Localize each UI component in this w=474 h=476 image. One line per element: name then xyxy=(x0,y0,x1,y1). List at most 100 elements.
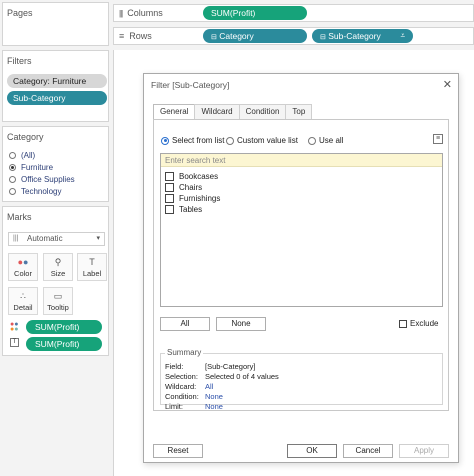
close-icon[interactable]: ✕ xyxy=(443,78,452,91)
option-label: Technology xyxy=(21,187,62,196)
color-label: Color xyxy=(14,269,32,278)
dialog-tabs: General Wildcard Condition Top xyxy=(153,104,313,120)
summary-limit-link[interactable]: None xyxy=(205,402,223,411)
cancel-button[interactable]: Cancel xyxy=(343,444,393,458)
summary-condition: Condition: None xyxy=(165,392,223,401)
rows-pill-sub-category[interactable]: ⊟ Sub-Category ⩡ xyxy=(312,29,413,43)
radio-selected-icon xyxy=(161,136,169,145)
tooltip-label: Tooltip xyxy=(47,303,69,312)
detail-icon: ∴ xyxy=(20,291,26,301)
apply-button[interactable]: Apply xyxy=(399,444,449,458)
values-list: Enter search text Bookcases Chairs Furni… xyxy=(160,153,443,307)
checkbox-icon xyxy=(165,193,174,203)
mode-label: Use all xyxy=(319,136,344,145)
columns-pill-profit[interactable]: SUM(Profit) xyxy=(203,6,307,20)
marks-card[interactable]: Marks ||| Automatic ▾ ●● Color ⚲ Size T … xyxy=(2,206,109,356)
search-input[interactable]: Enter search text xyxy=(161,154,442,167)
size-button[interactable]: ⚲ Size xyxy=(43,253,73,281)
checkbox-icon xyxy=(165,171,174,181)
category-title: Category xyxy=(7,132,44,142)
size-label: Size xyxy=(50,269,66,278)
radio-icon xyxy=(226,136,234,145)
list-item-furnishings[interactable]: Furnishings xyxy=(165,193,442,203)
filter-pill-sub-category[interactable]: Sub-Category xyxy=(7,91,107,105)
category-option-all[interactable]: (All) xyxy=(9,151,35,160)
radio-icon xyxy=(9,188,16,195)
summary-limit: Limit: None xyxy=(165,402,223,411)
label-button[interactable]: T Label xyxy=(77,253,107,281)
category-option-office-supplies[interactable]: Office Supplies xyxy=(9,175,75,184)
summary-wildcard: Wildcard: All xyxy=(165,382,214,391)
tooltip-button[interactable]: ▭ Tooltip xyxy=(43,287,73,315)
reset-button[interactable]: Reset xyxy=(153,444,203,458)
summary-condition-link[interactable]: None xyxy=(205,392,223,401)
radio-icon xyxy=(9,152,16,159)
summary-selection: Selection: Selected 0 of 4 values xyxy=(165,372,279,381)
rows-pill-sub-category-label: Sub-Category xyxy=(328,31,381,41)
columns-icon: ||| xyxy=(119,8,123,18)
ok-button[interactable]: OK xyxy=(287,444,337,458)
exclude-label: Exclude xyxy=(410,319,439,328)
color-dots-icon: ●● ●● xyxy=(10,321,19,333)
filter-pill-category[interactable]: Category: Furniture xyxy=(7,74,107,88)
exclude-checkbox[interactable]: Exclude xyxy=(399,319,438,328)
rows-shelf-label: ≡ Rows xyxy=(119,31,152,41)
columns-shelf[interactable]: ||| Columns SUM(Profit) xyxy=(113,4,474,22)
rows-pill-category-label: Category xyxy=(219,31,254,41)
list-item-tables[interactable]: Tables xyxy=(165,204,442,214)
size-icon: ⚲ xyxy=(54,257,62,267)
list-item-bookcases[interactable]: Bookcases xyxy=(165,171,442,181)
radio-selected-icon xyxy=(9,164,16,171)
rows-icon: ≡ xyxy=(119,31,125,41)
marks-pill-color-profit[interactable]: SUM(Profit) xyxy=(26,320,102,334)
checkbox-icon xyxy=(165,182,174,192)
radio-icon xyxy=(9,176,16,183)
select-none-button[interactable]: None xyxy=(216,317,266,331)
color-button[interactable]: ●● Color xyxy=(8,253,38,281)
rows-pill-category[interactable]: ⊟ Category xyxy=(203,29,307,43)
pages-card[interactable]: Pages xyxy=(2,2,109,46)
columns-shelf-label: ||| Columns xyxy=(119,8,163,18)
list-item-chairs[interactable]: Chairs xyxy=(165,182,442,192)
value-label: Bookcases xyxy=(179,171,219,181)
mode-select-from-list[interactable]: Select from list xyxy=(161,136,224,145)
sort-descending-icon: ⩡ xyxy=(400,31,405,40)
rows-shelf[interactable]: ≡ Rows ⊟ Category ⊟ Sub-Category ⩡ xyxy=(113,27,474,45)
label-icon: T xyxy=(89,257,95,267)
radio-icon xyxy=(308,136,316,145)
checkbox-icon xyxy=(165,204,174,214)
expand-icon: ⊟ xyxy=(211,34,217,41)
mark-type-value: Automatic xyxy=(27,234,63,243)
list-options-icon[interactable]: ≡ xyxy=(433,134,443,144)
filters-title: Filters xyxy=(7,56,32,66)
summary-title: Summary xyxy=(165,348,204,357)
tab-general[interactable]: General xyxy=(153,104,196,120)
category-option-furniture[interactable]: Furniture xyxy=(9,163,53,172)
mode-label: Select from list xyxy=(172,136,225,145)
label-text-icon: T xyxy=(10,338,19,347)
detail-button[interactable]: ∴ Detail xyxy=(8,287,38,315)
tab-top[interactable]: Top xyxy=(285,104,313,119)
mark-type-dropdown[interactable]: ||| Automatic ▾ xyxy=(8,232,105,246)
category-quick-filter[interactable]: Category (All) Furniture Office Supplies… xyxy=(2,126,109,202)
summary-field: Field: [Sub-Category] xyxy=(165,362,256,371)
category-option-technology[interactable]: Technology xyxy=(9,187,61,196)
select-all-button[interactable]: All xyxy=(160,317,210,331)
option-label: Furniture xyxy=(21,163,54,172)
tab-condition[interactable]: Condition xyxy=(238,104,287,119)
marks-pill-label-profit[interactable]: SUM(Profit) xyxy=(26,337,102,351)
tab-wildcard[interactable]: Wildcard xyxy=(194,104,240,119)
columns-label: Columns xyxy=(127,8,163,18)
option-label: (All) xyxy=(21,151,36,160)
filters-card[interactable]: Filters Category: Furniture Sub-Category xyxy=(2,50,109,122)
mode-custom-value-list[interactable]: Custom value list xyxy=(226,136,298,145)
marks-title: Marks xyxy=(7,212,32,222)
chevron-down-icon: ▾ xyxy=(96,235,100,242)
mode-use-all[interactable]: Use all xyxy=(308,136,343,145)
summary-box: Summary Field: [Sub-Category] Selection:… xyxy=(160,348,443,411)
pages-title: Pages xyxy=(7,8,33,18)
summary-wildcard-link[interactable]: All xyxy=(205,382,213,391)
checkbox-icon xyxy=(399,319,407,328)
mode-label: Custom value list xyxy=(237,136,298,145)
dialog-title: Filter [Sub-Category] xyxy=(151,80,230,90)
